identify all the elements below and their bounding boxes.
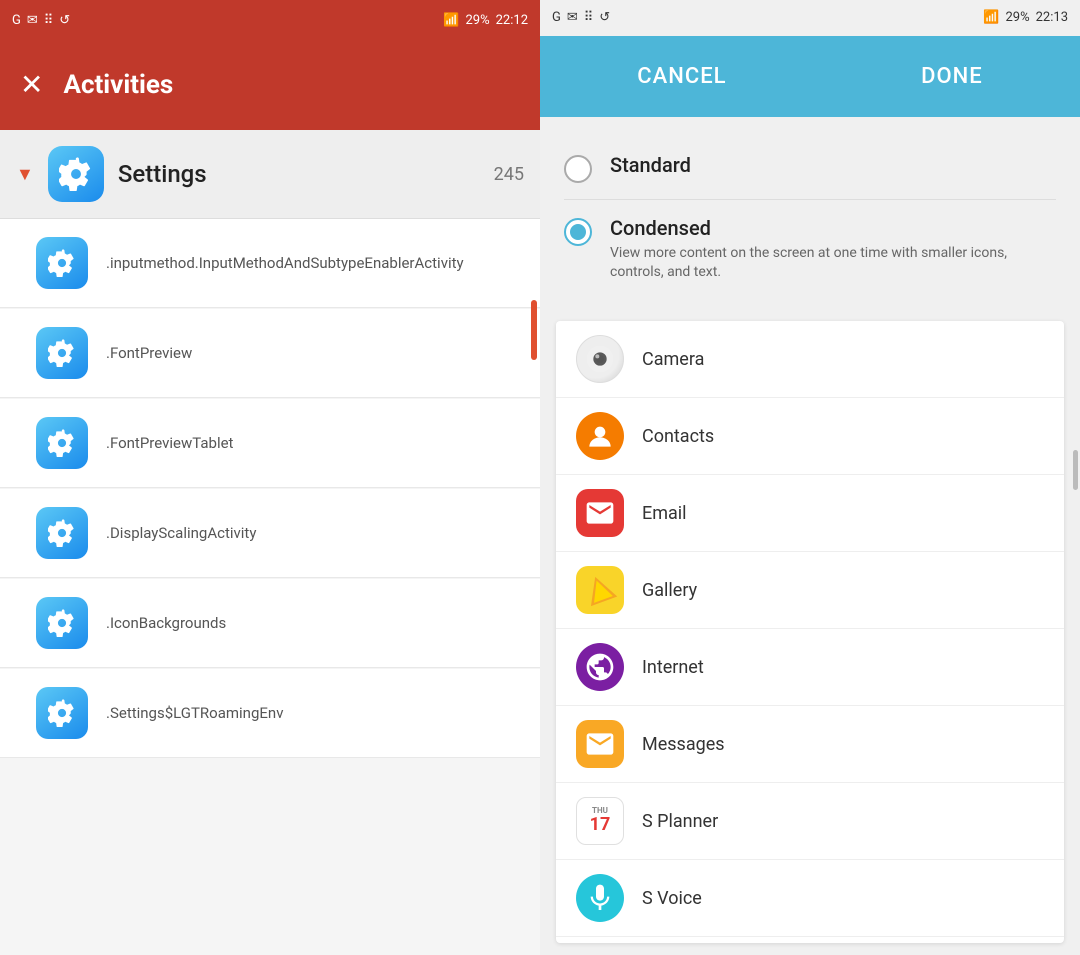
standard-option[interactable]: Standard (564, 137, 1056, 200)
contacts-icon (576, 412, 624, 460)
condensed-desc: View more content on the screen at one t… (610, 244, 1056, 283)
standard-text-block: Standard (610, 153, 691, 177)
mail-icon: ✉ (27, 13, 38, 28)
activity-name-2: .FontPreviewTablet (106, 434, 233, 452)
battery-right: 29% (1005, 10, 1029, 25)
standard-radio[interactable] (564, 155, 592, 183)
toolbar-title: Activities (63, 70, 520, 100)
activity-icon-0 (36, 237, 88, 289)
app-name-messages: Messages (642, 734, 725, 755)
messages-icon (576, 720, 624, 768)
chevron-down-icon: ▼ (16, 164, 34, 185)
list-item[interactable]: .Settings$LGTRoamingEnv (0, 669, 540, 758)
action-bar: CANCEL DONE (540, 36, 1080, 117)
email-icon (576, 489, 624, 537)
list-item[interactable]: .FontPreviewTablet (0, 399, 540, 488)
cancel-button[interactable]: CANCEL (607, 54, 756, 99)
scrollbar-right[interactable] (1073, 450, 1078, 490)
dots-icon-right: ⠿ (584, 10, 594, 25)
condensed-text-block: Condensed View more content on the scree… (610, 216, 1056, 283)
list-item[interactable]: .FontPreview (0, 309, 540, 398)
done-button[interactable]: DONE (891, 54, 1013, 99)
time-left: 22:12 (496, 13, 528, 28)
svoice-icon (576, 874, 624, 922)
list-item[interactable]: Internet (556, 629, 1064, 706)
condensed-option[interactable]: Condensed View more content on the scree… (564, 200, 1056, 299)
left-panel: G ✉ ⠿ ↺ 📶 29% 22:12 ✕ Activities ▼ Setti… (0, 0, 540, 955)
gallery-icon (576, 566, 624, 614)
right-panel: G ✉ ⠿ ↺ 📶 29% 22:13 CANCEL DONE Standard (540, 0, 1080, 955)
app-list-card: Camera Contacts Email (556, 321, 1064, 943)
status-bar-right: G ✉ ⠿ ↺ 📶 29% 22:13 (540, 0, 1080, 36)
time-right: 22:13 (1036, 10, 1068, 25)
app-name-splanner: S Planner (642, 811, 718, 832)
standard-title: Standard (610, 153, 691, 177)
app-name-internet: Internet (642, 657, 704, 678)
settings-label: Settings (118, 160, 480, 188)
dots-icon: ⠿ (44, 13, 54, 28)
app-name-gallery: Gallery (642, 580, 697, 601)
list-item[interactable]: Weather (556, 937, 1064, 943)
wifi-icon-right: 📶 (983, 10, 999, 25)
list-item[interactable]: Messages (556, 706, 1064, 783)
activity-icon-3 (36, 507, 88, 559)
refresh-icon: ↺ (59, 13, 70, 28)
list-item[interactable]: .IconBackgrounds (0, 579, 540, 668)
condensed-title: Condensed (610, 216, 1056, 240)
settings-icon-large (48, 146, 104, 202)
refresh-icon-right: ↺ (599, 10, 610, 25)
mail-icon-right: ✉ (567, 10, 578, 25)
activity-icon-2 (36, 417, 88, 469)
settings-header[interactable]: ▼ Settings 245 (0, 130, 540, 219)
activity-icon-1 (36, 327, 88, 379)
status-icons-right: G ✉ ⠿ ↺ (552, 10, 610, 25)
internet-icon (576, 643, 624, 691)
app-name-svoice: S Voice (642, 888, 702, 909)
status-icons-left: G ✉ ⠿ ↺ (12, 13, 70, 28)
list-item[interactable]: .DisplayScalingActivity (0, 489, 540, 578)
activity-name-5: .Settings$LGTRoamingEnv (106, 704, 283, 722)
scroll-indicator (531, 300, 537, 360)
list-item[interactable]: S Voice (556, 860, 1064, 937)
status-right-left: 📶 29% 22:12 (443, 13, 528, 28)
app-name-email: Email (642, 503, 687, 524)
activity-name-0: .inputmethod.InputMethodAndSubtypeEnable… (106, 254, 464, 272)
settings-count: 245 (494, 164, 524, 185)
activity-name-1: .FontPreview (106, 344, 192, 362)
battery-left: 29% (465, 13, 489, 28)
list-item[interactable]: Email (556, 475, 1064, 552)
list-item[interactable]: Gallery (556, 552, 1064, 629)
activity-name-4: .IconBackgrounds (106, 614, 226, 632)
status-bar-left: G ✉ ⠿ ↺ 📶 29% 22:12 (0, 0, 540, 40)
condensed-radio[interactable] (564, 218, 592, 246)
list-item[interactable]: THU 17 S Planner (556, 783, 1064, 860)
splanner-icon: THU 17 (576, 797, 624, 845)
list-item[interactable]: .inputmethod.InputMethodAndSubtypeEnable… (0, 219, 540, 308)
app-name-camera: Camera (642, 349, 704, 370)
close-button[interactable]: ✕ (20, 71, 43, 99)
list-item[interactable]: Contacts (556, 398, 1064, 475)
app-name-contacts: Contacts (642, 426, 714, 447)
activity-icon-5 (36, 687, 88, 739)
status-right-right: 📶 29% 22:13 (983, 10, 1068, 25)
list-item[interactable]: Camera (556, 321, 1064, 398)
activity-icon-4 (36, 597, 88, 649)
radio-inner (570, 224, 586, 240)
wifi-icon: 📶 (443, 13, 459, 28)
toolbar-left: ✕ Activities (0, 40, 540, 130)
g-icon: G (12, 13, 21, 28)
g-icon-right: G (552, 10, 561, 25)
activity-name-3: .DisplayScalingActivity (106, 524, 256, 542)
camera-icon (576, 335, 624, 383)
density-options: Standard Condensed View more content on … (540, 117, 1080, 309)
activities-list: .inputmethod.InputMethodAndSubtypeEnable… (0, 219, 540, 955)
